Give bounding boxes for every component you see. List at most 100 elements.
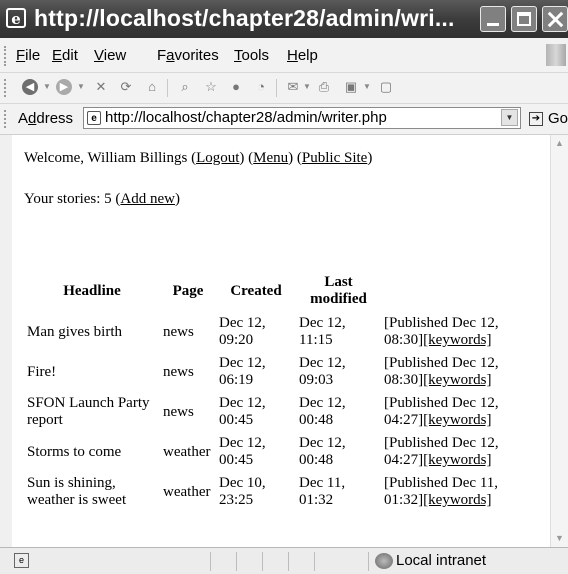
menu-view[interactable]: View bbox=[94, 47, 126, 64]
address-dropdown-icon[interactable]: ▼ bbox=[501, 109, 518, 126]
mail-icon[interactable]: ✉ bbox=[285, 79, 301, 95]
internet-explorer-icon[interactable]: e bbox=[6, 8, 26, 28]
scroll-down-icon[interactable]: ▼ bbox=[551, 530, 568, 547]
address-bar-grip[interactable] bbox=[4, 110, 9, 128]
page-cell: news bbox=[163, 323, 194, 340]
status-divider bbox=[236, 552, 237, 571]
window-title: http://localhost/chapter28/admin/wri... bbox=[34, 5, 455, 31]
toolbar-grip[interactable] bbox=[4, 79, 9, 97]
menu-tools[interactable]: Tools bbox=[234, 47, 269, 64]
table-row: Man gives birth news Dec 12, 09:20 Dec 1… bbox=[25, 313, 514, 351]
home-icon[interactable]: ⌂ bbox=[144, 79, 160, 95]
page-content: Welcome, William Billings (Logout) (Menu… bbox=[12, 135, 550, 547]
intranet-zone-icon bbox=[375, 553, 393, 569]
logout-link[interactable]: Logout bbox=[196, 150, 239, 166]
page-cell: news bbox=[163, 403, 194, 420]
stories-table: Headline Page Created Last modified Man … bbox=[23, 269, 516, 513]
toolbar-separator bbox=[167, 79, 168, 97]
back-icon[interactable]: ◀ bbox=[22, 79, 38, 95]
status-divider bbox=[210, 552, 211, 571]
public-site-link[interactable]: Public Site bbox=[302, 150, 367, 166]
go-arrow-icon[interactable]: ➔ bbox=[529, 112, 543, 126]
status-cell: [Published Dec 12, 08:30][keywords] bbox=[384, 315, 499, 348]
page-cell: news bbox=[163, 363, 194, 380]
standard-toolbar: ◀ ▼ ▶ ▼ ✕ ⟳ ⌂ ⌕ ☆ ● ◔ ✉ ▼ ⎙ ▣ ▼ ▢ bbox=[0, 73, 568, 104]
modified-cell: Dec 12, 00:48 bbox=[299, 435, 346, 468]
media-icon[interactable]: ● bbox=[228, 79, 244, 95]
maximize-button[interactable] bbox=[511, 6, 537, 32]
status-cell: [Published Dec 11, 01:32][keywords] bbox=[384, 475, 499, 508]
mail-dropdown-icon[interactable]: ▼ bbox=[303, 79, 311, 95]
status-bar: e Local intranet bbox=[0, 547, 568, 574]
headline-cell: Sun is shining, weather is sweet bbox=[27, 475, 127, 508]
browser-window: e http://localhost/chapter28/admin/wri..… bbox=[0, 0, 568, 574]
address-url[interactable]: http://localhost/chapter28/admin/writer.… bbox=[105, 109, 387, 126]
welcome-line: Welcome, William Billings (Logout) (Menu… bbox=[24, 150, 373, 166]
forward-icon[interactable]: ▶ bbox=[56, 79, 72, 95]
vertical-scrollbar[interactable]: ▲ ▼ bbox=[550, 135, 568, 547]
add-new-link[interactable]: Add new bbox=[120, 191, 175, 207]
headline-cell: SFON Launch Party report bbox=[27, 395, 150, 428]
windows-logo-icon bbox=[546, 44, 566, 66]
back-dropdown-icon[interactable]: ▼ bbox=[43, 79, 51, 95]
scroll-up-icon[interactable]: ▲ bbox=[551, 135, 568, 152]
status-cell: [Published Dec 12, 04:27][keywords] bbox=[384, 435, 499, 468]
created-cell: Dec 12, 09:20 bbox=[219, 315, 266, 348]
page-icon: e bbox=[87, 111, 101, 125]
keywords-link[interactable]: [keywords] bbox=[423, 492, 491, 508]
close-button[interactable] bbox=[542, 6, 568, 32]
modified-cell: Dec 11, 01:32 bbox=[299, 475, 346, 508]
keywords-link[interactable]: [keywords] bbox=[423, 452, 491, 468]
edit-icon[interactable]: ▣ bbox=[343, 79, 359, 95]
page-cell: weather bbox=[163, 483, 211, 500]
menu-file[interactable]: File bbox=[16, 47, 40, 64]
modified-cell: Dec 12, 11:15 bbox=[299, 315, 346, 348]
search-icon[interactable]: ⌕ bbox=[177, 79, 193, 95]
created-cell: Dec 12, 06:19 bbox=[219, 355, 266, 388]
menu-link[interactable]: Menu bbox=[253, 150, 288, 166]
keywords-link[interactable]: [keywords] bbox=[423, 372, 491, 388]
status-cell: [Published Dec 12, 04:27][keywords] bbox=[384, 395, 499, 428]
modified-cell: Dec 12, 09:03 bbox=[299, 355, 346, 388]
keywords-link[interactable]: [keywords] bbox=[423, 332, 491, 348]
created-cell: Dec 12, 00:45 bbox=[219, 435, 266, 468]
edit-dropdown-icon[interactable]: ▼ bbox=[363, 79, 371, 95]
address-input[interactable]: e http://localhost/chapter28/admin/write… bbox=[83, 107, 521, 129]
header-headline: Headline bbox=[63, 282, 121, 299]
forward-dropdown-icon[interactable]: ▼ bbox=[77, 79, 85, 95]
favorites-star-icon[interactable]: ☆ bbox=[203, 79, 219, 95]
title-bar: e http://localhost/chapter28/admin/wri..… bbox=[0, 0, 568, 38]
status-divider bbox=[288, 552, 289, 571]
headline-cell: Storms to come bbox=[27, 443, 122, 460]
history-icon[interactable]: ◔ bbox=[253, 79, 269, 95]
go-button[interactable]: Go bbox=[548, 110, 568, 127]
security-zone-label: Local intranet bbox=[396, 552, 487, 569]
status-divider bbox=[314, 552, 315, 571]
menu-bar-grip[interactable] bbox=[4, 46, 9, 66]
headline-cell: Man gives birth bbox=[27, 323, 122, 340]
print-icon[interactable]: ⎙ bbox=[316, 79, 332, 95]
status-cell: [Published Dec 12, 08:30][keywords] bbox=[384, 355, 499, 388]
menu-help[interactable]: Help bbox=[287, 47, 318, 64]
status-divider bbox=[262, 552, 263, 571]
header-status bbox=[382, 271, 514, 311]
headline-cell: Fire! bbox=[27, 363, 57, 380]
discuss-icon[interactable]: ▢ bbox=[378, 79, 394, 95]
toolbar-separator bbox=[276, 79, 277, 97]
created-cell: Dec 10, 23:25 bbox=[219, 475, 266, 508]
minimize-button[interactable] bbox=[480, 6, 506, 32]
table-header-row: Headline Page Created Last modified bbox=[25, 271, 514, 311]
refresh-icon[interactable]: ⟳ bbox=[118, 79, 134, 95]
keywords-link[interactable]: [keywords] bbox=[423, 412, 491, 428]
page-cell: weather bbox=[163, 443, 211, 460]
table-row: Fire! news Dec 12, 06:19 Dec 12, 09:03 [… bbox=[25, 353, 514, 391]
table-row: Sun is shining, weather is sweet weather… bbox=[25, 473, 514, 511]
modified-cell: Dec 12, 00:48 bbox=[299, 395, 346, 428]
menu-favorites[interactable]: Favorites bbox=[157, 47, 219, 64]
address-label: Address bbox=[18, 110, 74, 127]
menu-edit[interactable]: Edit bbox=[52, 47, 78, 64]
stop-icon[interactable]: ✕ bbox=[93, 79, 109, 95]
page-status-icon: e bbox=[14, 553, 29, 568]
table-row: Storms to come weather Dec 12, 00:45 Dec… bbox=[25, 433, 514, 471]
header-last-modified: Last modified bbox=[310, 274, 367, 307]
